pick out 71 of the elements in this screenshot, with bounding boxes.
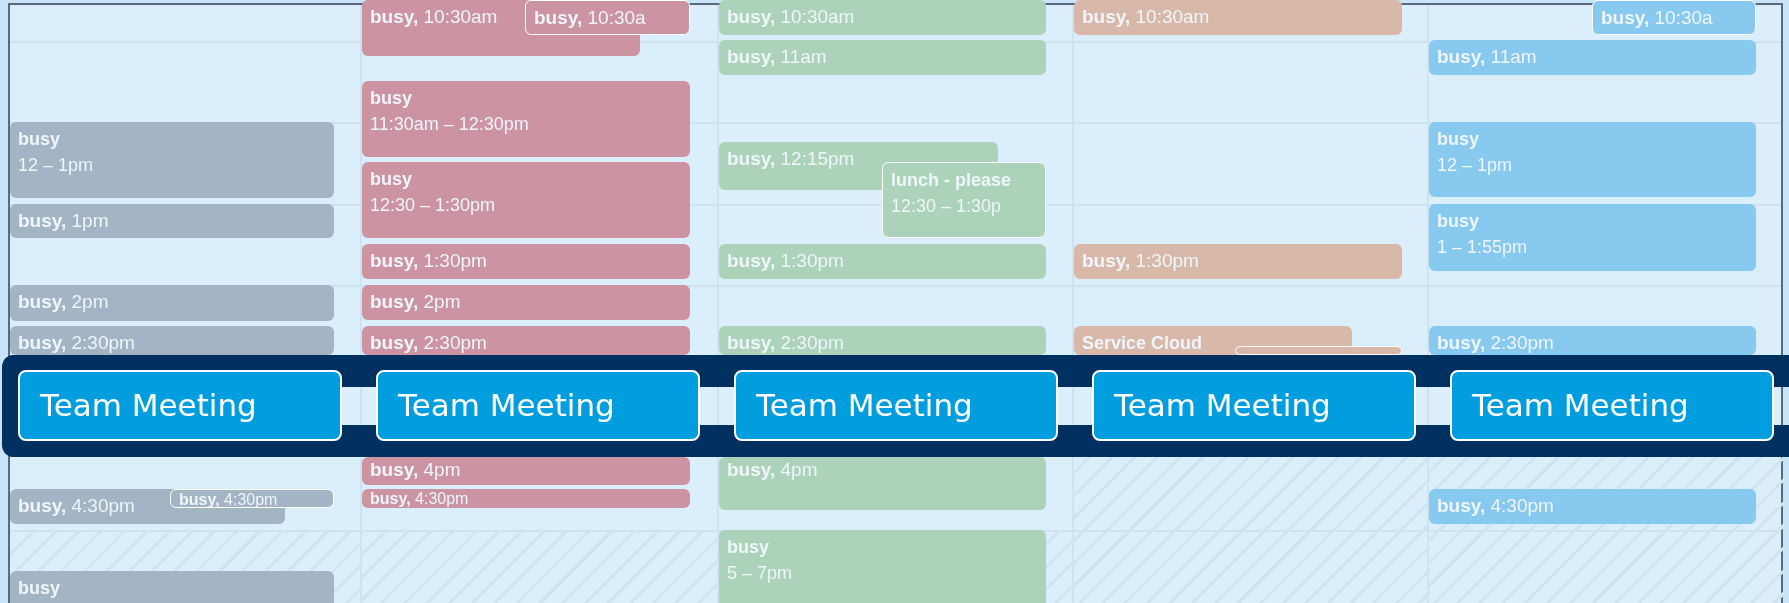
event-block[interactable]: busy 1 – 1:55pm <box>1429 204 1756 271</box>
event-time: 11:30am – 12:30pm <box>370 113 529 136</box>
event-label: busy, 12:15pm <box>727 148 855 169</box>
event-label: busy, 2:30pm <box>727 332 844 353</box>
event-time: 12:30 – 1:30pm <box>370 194 496 217</box>
event-label: busy, 2pm <box>370 291 461 312</box>
event-time: 1 – 1:55pm <box>1437 236 1528 259</box>
event-block[interactable]: lunch - please 12:30 – 1:30p <box>882 162 1046 238</box>
event-block[interactable]: busy, 2:30pm <box>10 326 334 355</box>
event-block[interactable]: busy, 4pm <box>362 457 690 485</box>
event-block[interactable]: busy 12 – 1pm <box>10 122 334 198</box>
event-block[interactable]: busy, 4:30pm <box>362 489 690 508</box>
event-label: busy, 11am <box>727 46 827 67</box>
event-label: busy, 2:30pm <box>18 332 135 353</box>
event-label: busy, 10:30am <box>1082 6 1210 27</box>
event-block[interactable]: busy, 4:30pm <box>1429 489 1756 524</box>
event-block[interactable]: busy, 1:30pm <box>1074 244 1402 279</box>
event-title: busy <box>18 577 60 600</box>
event-label: busy, 2pm <box>18 291 109 312</box>
meeting-button[interactable]: Team Meeting <box>1450 370 1774 441</box>
event-label: busy, 4:30pm <box>370 490 469 507</box>
event-block[interactable]: busy, 1pm <box>10 204 334 238</box>
event-block[interactable]: busy, 2:30pm <box>1429 326 1756 355</box>
event-title: Service Cloud <box>1082 332 1203 355</box>
event-label: busy, 1:30pm <box>727 250 844 271</box>
event-label: busy, 10:30am <box>370 6 498 27</box>
event-block[interactable]: busy, 11am <box>1429 40 1756 75</box>
event-label: busy, 2:30pm <box>1437 332 1554 353</box>
event-title: busy <box>370 87 412 110</box>
event-block[interactable]: busy, 10:30am <box>1074 0 1402 35</box>
event-block[interactable]: busy 12:30 – 1:30pm <box>362 162 690 238</box>
event-block[interactable]: busy 12 – 1pm <box>1429 122 1756 197</box>
event-label: busy, 10:30am <box>727 6 855 27</box>
event-label: busy, 4pm <box>727 459 818 480</box>
event-title: busy <box>18 128 60 151</box>
event-block[interactable]: busy, 1:30pm <box>719 244 1046 279</box>
event-block[interactable]: busy <box>10 571 334 603</box>
event-block[interactable] <box>1235 346 1402 355</box>
event-time: 5 – 7pm <box>727 562 793 585</box>
event-label: busy, 1pm <box>18 210 109 231</box>
event-block[interactable]: busy, 10:30am <box>719 0 1046 35</box>
meeting-button[interactable]: Team Meeting <box>1092 370 1416 441</box>
event-time: 12 – 1pm <box>18 154 94 177</box>
event-label: busy, 1:30pm <box>1082 250 1199 271</box>
event-time: 12 – 1pm <box>1437 154 1513 177</box>
event-block[interactable]: busy, 2pm <box>362 285 690 320</box>
event-title: busy <box>727 536 769 559</box>
event-label: busy, 4:30pm <box>1437 495 1554 516</box>
event-block[interactable]: busy, 1:30pm <box>362 244 690 279</box>
event-label: busy, 4pm <box>370 459 461 480</box>
event-block[interactable]: busy, 4pm <box>719 457 1046 510</box>
event-block[interactable]: busy, 2pm <box>10 285 334 321</box>
meeting-button[interactable]: Team Meeting <box>18 370 342 441</box>
event-block[interactable]: busy 5 – 7pm <box>719 530 1046 603</box>
meeting-button[interactable]: Team Meeting <box>376 370 700 441</box>
event-title: busy <box>1437 210 1479 233</box>
event-time: 12:30 – 1:30p <box>891 195 1002 218</box>
event-block[interactable]: busy, 10:30a <box>525 0 690 35</box>
meeting-button[interactable]: Team Meeting <box>734 370 1058 441</box>
event-label: busy, 10:30a <box>1601 7 1713 28</box>
event-title: busy <box>1437 128 1479 151</box>
event-label: busy, 11am <box>1437 46 1537 67</box>
event-block[interactable]: busy, 2:30pm <box>719 326 1046 355</box>
event-label: busy, 4:30pm <box>18 495 135 516</box>
event-label: busy, 2:30pm <box>370 332 487 353</box>
event-title: busy <box>370 168 412 191</box>
event-block[interactable]: busy, 11am <box>719 40 1046 75</box>
event-block[interactable]: busy, 2:30pm <box>362 326 690 355</box>
event-label: busy, 1:30pm <box>370 250 487 271</box>
event-block[interactable]: busy, 10:30a <box>1592 0 1756 35</box>
event-block[interactable]: busy 11:30am – 12:30pm <box>362 81 690 157</box>
